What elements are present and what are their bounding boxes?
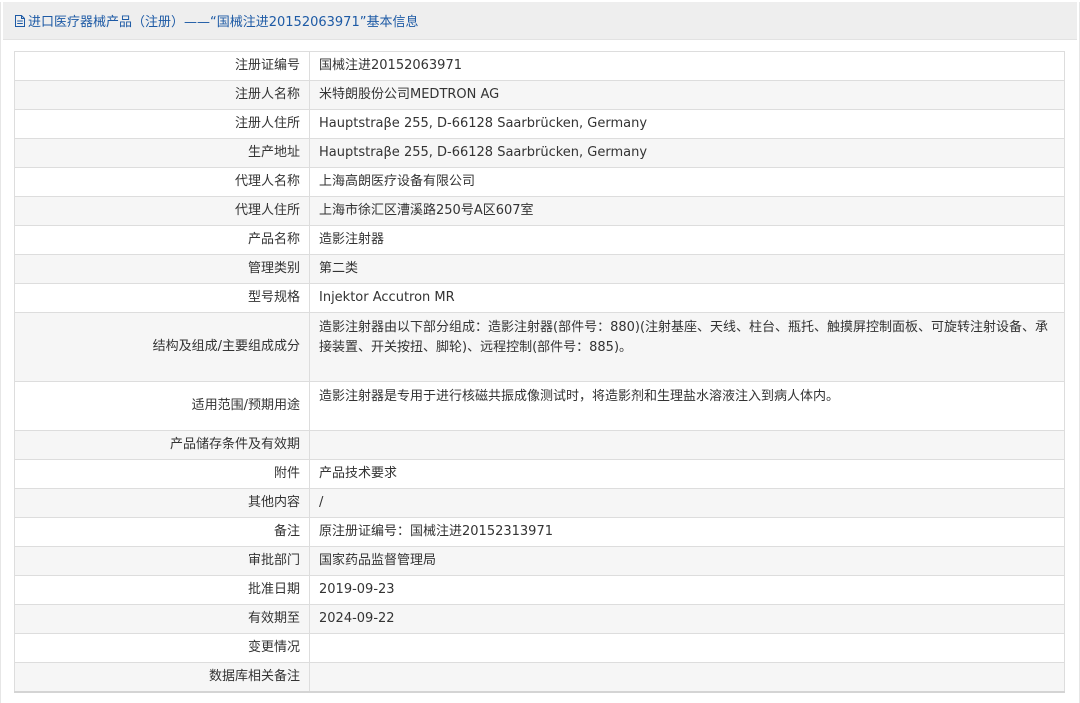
field-label: 注册证编号 <box>14 51 310 81</box>
field-label: 注册人名称 <box>14 80 310 110</box>
table-row: 备注 原注册证编号：国械注进20152313971 <box>14 517 1065 547</box>
field-label: 产品储存条件及有效期 <box>14 430 310 460</box>
table-row: 型号规格 Injektor Accutron MR <box>14 283 1065 313</box>
table-row: 适用范围/预期用途 造影注射器是专用于进行核磁共振成像测试时，将造影剂和生理盐水… <box>14 381 1065 431</box>
field-label: 批准日期 <box>14 575 310 605</box>
table-row: 注册人名称 米特朗股份公司MEDTRON AG <box>14 80 1065 110</box>
field-label: 产品名称 <box>14 225 310 255</box>
field-value: 第二类 <box>309 254 1065 284</box>
field-label: 代理人住所 <box>14 196 310 226</box>
field-value: 产品技术要求 <box>309 459 1065 489</box>
table-row: 数据库相关备注 <box>14 662 1065 692</box>
field-value: 2019-09-23 <box>309 575 1065 605</box>
page-title: 进口医疗器械产品（注册）——“国械注进20152063971”基本信息 <box>28 15 419 30</box>
table-bottom-rule <box>14 691 1065 693</box>
table-row: 产品名称 造影注射器 <box>14 225 1065 255</box>
field-value: / <box>309 488 1065 518</box>
table-row: 变更情况 <box>14 633 1065 663</box>
field-value: 上海高朗医疗设备有限公司 <box>309 167 1065 197</box>
field-label: 附件 <box>14 459 310 489</box>
field-label: 管理类别 <box>14 254 310 284</box>
page-header: 进口医疗器械产品（注册）——“国械注进20152063971”基本信息 <box>3 2 1077 40</box>
field-label: 型号规格 <box>14 283 310 313</box>
table-row: 其他内容 / <box>14 488 1065 518</box>
field-value: 造影注射器是专用于进行核磁共振成像测试时，将造影剂和生理盐水溶液注入到病人体内。 <box>309 381 1065 431</box>
table-row: 代理人名称 上海高朗医疗设备有限公司 <box>14 167 1065 197</box>
field-label: 适用范围/预期用途 <box>14 381 310 431</box>
field-label: 变更情况 <box>14 633 310 663</box>
table-row: 有效期至 2024-09-22 <box>14 604 1065 634</box>
field-label: 注册人住所 <box>14 109 310 139</box>
table-row: 审批部门 国家药品监督管理局 <box>14 546 1065 576</box>
field-value <box>309 430 1065 460</box>
table-row: 管理类别 第二类 <box>14 254 1065 284</box>
field-label: 代理人名称 <box>14 167 310 197</box>
field-value: 米特朗股份公司MEDTRON AG <box>309 80 1065 110</box>
document-icon <box>15 14 25 27</box>
field-value: 国家药品监督管理局 <box>309 546 1065 576</box>
table-row: 代理人住所 上海市徐汇区漕溪路250号A区607室 <box>14 196 1065 226</box>
table-row: 生产地址 Hauptstraβe 255, D-66128 Saarbrücke… <box>14 138 1065 168</box>
field-label: 数据库相关备注 <box>14 662 310 692</box>
field-value <box>309 662 1065 692</box>
table-row: 附件 产品技术要求 <box>14 459 1065 489</box>
table-row: 注册人住所 Hauptstraβe 255, D-66128 Saarbrück… <box>14 109 1065 139</box>
table-row: 产品储存条件及有效期 <box>14 430 1065 460</box>
field-value: 2024-09-22 <box>309 604 1065 634</box>
field-value: Injektor Accutron MR <box>309 283 1065 313</box>
field-label: 生产地址 <box>14 138 310 168</box>
field-label: 其他内容 <box>14 488 310 518</box>
field-label: 有效期至 <box>14 604 310 634</box>
table-row: 批准日期 2019-09-23 <box>14 575 1065 605</box>
table-row: 结构及组成/主要组成成分 造影注射器由以下部分组成：造影注射器(部件号：880)… <box>14 312 1065 382</box>
detail-page: 进口医疗器械产品（注册）——“国械注进20152063971”基本信息 注册证编… <box>0 2 1080 703</box>
field-value: 原注册证编号：国械注进20152313971 <box>309 517 1065 547</box>
table-row: 注册证编号 国械注进20152063971 <box>14 51 1065 81</box>
field-value: 国械注进20152063971 <box>309 51 1065 81</box>
field-value: 造影注射器 <box>309 225 1065 255</box>
field-value: Hauptstraβe 255, D-66128 Saarbrücken, Ge… <box>309 138 1065 168</box>
field-value: 上海市徐汇区漕溪路250号A区607室 <box>309 196 1065 226</box>
field-label: 结构及组成/主要组成成分 <box>14 312 310 382</box>
field-label: 审批部门 <box>14 546 310 576</box>
field-value <box>309 633 1065 663</box>
field-value: 造影注射器由以下部分组成：造影注射器(部件号：880)(注射基座、天线、柱台、瓶… <box>309 312 1065 382</box>
field-value: Hauptstraβe 255, D-66128 Saarbrücken, Ge… <box>309 109 1065 139</box>
field-label: 备注 <box>14 517 310 547</box>
registration-detail-table: 注册证编号 国械注进20152063971 注册人名称 米特朗股份公司MEDTR… <box>14 51 1065 692</box>
